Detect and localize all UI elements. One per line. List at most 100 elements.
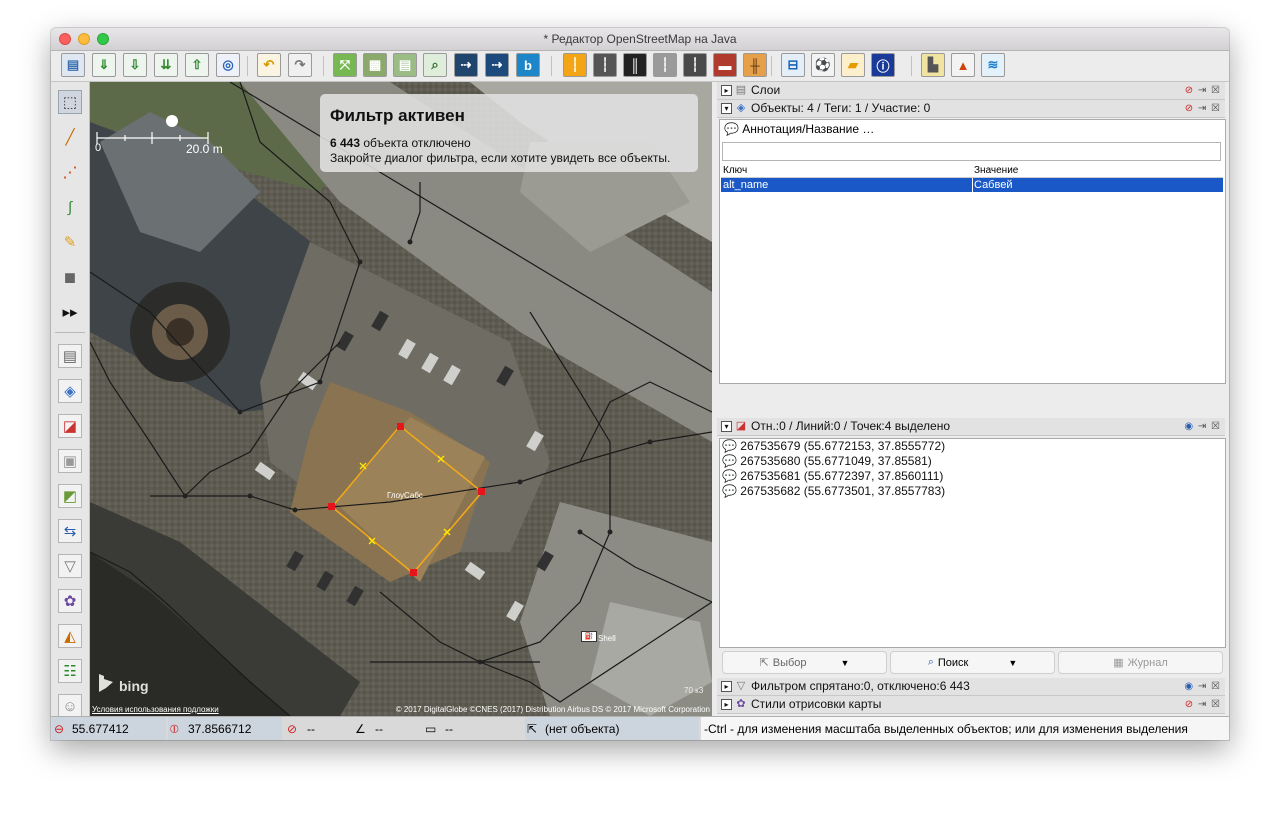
layer-trunk-icon[interactable]: ⇢ <box>485 53 509 77</box>
list-item[interactable]: 💬 267535680 (55.6771049, 37.85581) <box>720 454 1225 469</box>
building-label: ГлоуСабс <box>387 491 423 500</box>
properties-panel-header[interactable]: ▾ ◈ Объекты: 4 / Теги: 1 / Участие: 0 ⊘ … <box>717 100 1225 118</box>
expand-icon[interactable]: ▸ <box>721 681 732 692</box>
improve-way-icon[interactable]: ∫ <box>58 195 82 219</box>
selection-panel-title: Отн.:0 / Линий:0 / Точек:4 выделено <box>751 419 950 433</box>
wms-icon[interactable]: ▤ <box>393 53 417 77</box>
changeset-toggle-icon[interactable]: ☷ <box>58 659 82 683</box>
redo-icon[interactable]: ↷ <box>288 53 312 77</box>
list-item[interactable]: 💬 267535681 (55.6772397, 37.8560111) <box>720 469 1225 484</box>
panel-controls[interactable]: ◉ ⇥ ☒ <box>1184 418 1221 435</box>
angle-field: ∠ -- <box>355 722 383 736</box>
selection-panel-header[interactable]: ▾ ◪ Отн.:0 / Линий:0 / Точек:4 выделено … <box>717 418 1225 436</box>
layers-toggle-icon[interactable]: ▤ <box>58 344 82 368</box>
map-view[interactable]: 0 20.0 m ГлоуСабс ⛽ Shell Фильтр активен… <box>90 82 712 716</box>
railway-icon[interactable]: ╫ <box>743 53 767 77</box>
minimap-toggle-icon[interactable]: ▣ <box>58 449 82 473</box>
undo-icon[interactable]: ↶ <box>257 53 281 77</box>
expand-icon[interactable]: ▸ <box>721 699 732 710</box>
tag-value[interactable]: Сабвей <box>974 178 1012 192</box>
layer-motorway-icon[interactable]: ⇢ <box>454 53 478 77</box>
panel-controls[interactable]: ⊘ ⇥ ☒ <box>1185 82 1221 99</box>
select-arrow-icon: ⇱ <box>759 657 769 669</box>
list-item[interactable]: 💬 267535682 (55.6773501, 37.8557783) <box>720 484 1225 499</box>
zoom-to-layer-icon[interactable]: ▦ <box>363 53 387 77</box>
zoom-slider-knob[interactable] <box>166 115 178 127</box>
globe-icon[interactable]: ◎ <box>216 53 240 77</box>
open-file-icon[interactable]: ▤ <box>61 53 85 77</box>
minimize-window-button[interactable] <box>78 33 90 45</box>
select-button[interactable]: ⇱ Выбор ▼ <box>722 651 887 674</box>
selection-toggle-icon[interactable]: ◪ <box>58 414 82 438</box>
tag-row[interactable]: alt_name Сабвей <box>721 178 1223 192</box>
wall-icon[interactable]: ▬ <box>713 53 737 77</box>
save-icon[interactable]: ⇓ <box>92 53 116 77</box>
shop-icon[interactable]: ▰ <box>841 53 865 77</box>
chevron-down-icon[interactable]: ▼ <box>1008 658 1017 668</box>
value-column-header[interactable]: Значение <box>974 165 1018 176</box>
search-button[interactable]: ⌕ Поиск ▼ <box>890 651 1055 674</box>
list-item[interactable]: 💬 267535679 (55.6772153, 37.8555772) <box>720 439 1225 454</box>
more-tools-icon[interactable]: ▸▸ <box>58 300 82 324</box>
history-button[interactable]: ▦ Журнал <box>1058 651 1223 674</box>
toolbar-separator <box>911 56 912 76</box>
tag-table-header: Ключ Значение <box>721 165 1223 178</box>
road-dual-icon[interactable]: ║ <box>623 53 647 77</box>
magnifier-icon: ⌕ <box>927 656 934 668</box>
collapse-icon[interactable]: ▾ <box>721 421 732 432</box>
chevron-down-icon[interactable]: ▼ <box>841 658 850 668</box>
road-primary-icon[interactable]: ┆ <box>563 53 587 77</box>
zoom-to-selection-icon[interactable]: ⤧ <box>333 53 357 77</box>
sport-icon[interactable]: ⚽ <box>811 53 835 77</box>
building-icon[interactable]: ◼ <box>58 265 82 289</box>
bing-icon[interactable]: b <box>516 53 540 77</box>
download-icon[interactable]: ⇩ <box>123 53 147 77</box>
layers-icon: ▤ <box>735 84 747 96</box>
zoom-window-button[interactable] <box>97 33 109 45</box>
close-icon: ☒ <box>1211 681 1221 692</box>
map-style-toggle-icon[interactable]: ✿ <box>58 589 82 613</box>
download-area-icon[interactable]: ⇊ <box>154 53 178 77</box>
preset-row[interactable]: 💬 Аннотация/Название … <box>724 122 874 136</box>
tool-palette: ⬚ ╱ ⋰ ∫ ✎ ◼ ▸▸ ▤ ◈ ◪ ▣ ◩ ⇆ ▽ ✿ ◭ ☷ ☺ <box>51 82 90 718</box>
mountain-icon[interactable]: ▲ <box>951 53 975 77</box>
upload-icon[interactable]: ⇧ <box>185 53 209 77</box>
selection-list: 💬 267535679 (55.6772153, 37.8555772) 💬 2… <box>719 438 1226 648</box>
preferences-toggle-icon[interactable]: ☺ <box>58 694 82 718</box>
select-tool-icon[interactable]: ⬚ <box>58 90 82 114</box>
layers-panel-header[interactable]: ▸ ▤ Слои ⊘ ⇥ ☒ <box>717 82 1225 100</box>
close-window-button[interactable] <box>59 33 71 45</box>
draw-line-icon[interactable]: ╱ <box>58 125 82 149</box>
validation-toggle-icon[interactable]: ◭ <box>58 624 82 648</box>
imagery-toggle-icon[interactable]: ◩ <box>58 484 82 508</box>
industrial-icon[interactable]: ▙ <box>921 53 945 77</box>
shell-label: Shell <box>598 634 616 643</box>
tag-key[interactable]: alt_name <box>723 178 768 192</box>
imagery-terms-link[interactable]: Условия использования подложки <box>92 705 219 714</box>
panel-controls[interactable]: ◉ ⇥ ☒ <box>1184 678 1221 695</box>
search-icon[interactable]: ⌕ <box>423 53 447 77</box>
tags-toggle-icon[interactable]: ◈ <box>58 379 82 403</box>
panel-controls[interactable]: ⊘ ⇥ ☒ <box>1185 696 1221 713</box>
map-styles-panel-title: Стили отрисовки карты <box>751 697 882 711</box>
filter-toggle-icon[interactable]: ▽ <box>58 554 82 578</box>
hotel-icon[interactable]: ⊟ <box>781 53 805 77</box>
road-gray-icon[interactable]: ┆ <box>653 53 677 77</box>
info-icon[interactable]: ⓘ <box>871 53 895 77</box>
map-styles-panel-header[interactable]: ▸ ✿ Стили отрисовки карты ⊘ ⇥ ☒ <box>717 696 1225 714</box>
expand-icon[interactable]: ▸ <box>721 85 732 96</box>
close-icon: ☒ <box>1211 103 1221 114</box>
panel-controls[interactable]: ⊘ ⇥ ☒ <box>1185 100 1221 117</box>
filter-panel-header[interactable]: ▸ ▽ Фильтром спрятано:0, отключено:6 443… <box>717 678 1225 696</box>
conflict-toggle-icon[interactable]: ⇆ <box>58 519 82 543</box>
water-icon[interactable]: ≋ <box>981 53 1005 77</box>
draw-nodes-icon[interactable]: ⋰ <box>58 160 82 184</box>
preset-search-input[interactable] <box>722 142 1221 161</box>
road-icon[interactable]: ┆ <box>593 53 617 77</box>
road-track-icon[interactable]: ┆ <box>683 53 707 77</box>
heading-icon: ⊘ <box>287 722 298 736</box>
pencil-icon[interactable]: ✎ <box>58 230 82 254</box>
collapse-icon[interactable]: ▾ <box>721 103 732 114</box>
key-column-header[interactable]: Ключ <box>723 165 747 176</box>
filter-overlay-count-line: 6 443 объекта отключено <box>330 136 688 151</box>
